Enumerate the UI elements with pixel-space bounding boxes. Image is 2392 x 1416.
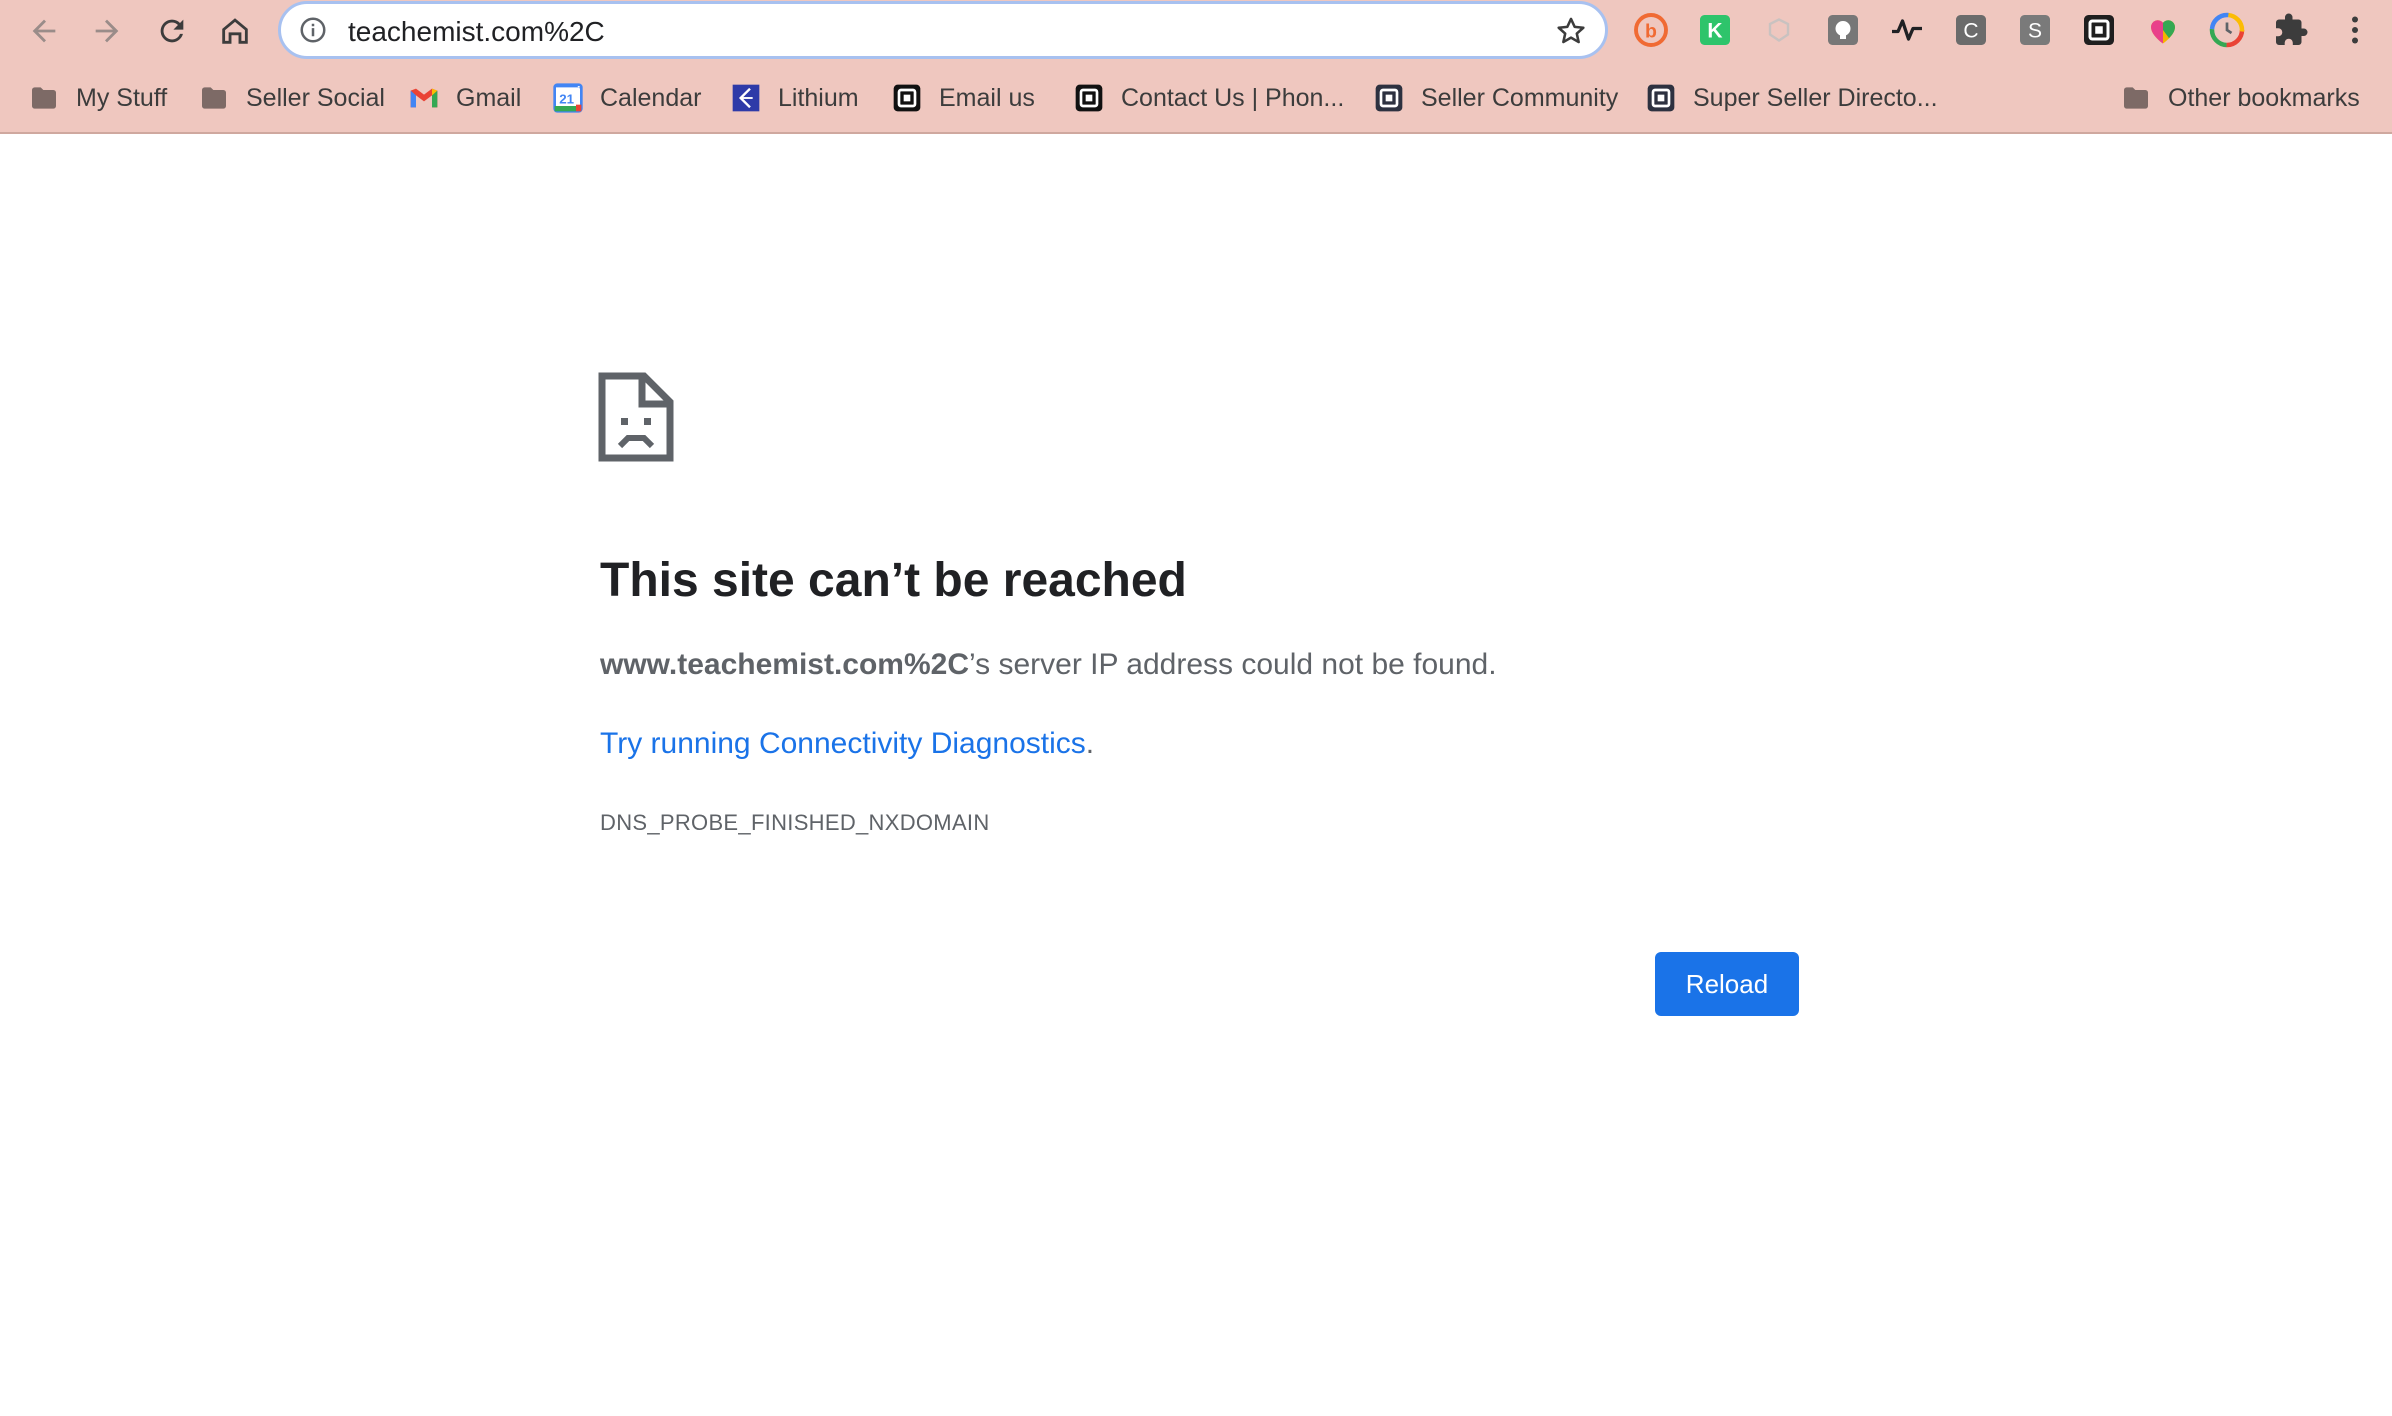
lithium-icon [730,82,762,114]
bookmark-lithium[interactable]: Lithium [730,78,859,118]
bookmark-gmail[interactable]: Gmail [408,78,521,118]
back-arrow-icon [32,19,56,43]
address-bar[interactable]: teachemist.com%2C [278,1,1608,59]
back-button[interactable] [20,7,68,55]
bookmark-email-us[interactable]: Email us [891,78,1035,118]
forward-button[interactable] [83,7,131,55]
home-icon [222,18,248,44]
connectivity-diagnostics-link[interactable]: Try running Connectivity Diagnostics [600,727,1086,760]
extension-b-icon[interactable]: b [1633,12,1669,48]
error-code: DNS_PROBE_FINISHED_NXDOMAIN [600,810,990,835]
extension-c-icon[interactable]: C [1953,12,1989,48]
folder-icon [198,82,230,114]
gmail-icon [408,82,440,114]
error-host: www.teachemist.com%2C [600,648,970,681]
more-menu-icon[interactable] [2337,12,2373,48]
home-button[interactable] [211,7,259,55]
bookmark-seller-social[interactable]: Seller Social [198,78,385,118]
error-page: This site can’t be reached www.teachemis… [0,134,2392,1416]
svg-text:b: b [1645,21,1657,43]
bookmark-other-bookmarks[interactable]: Other bookmarks [2120,78,2360,118]
diagnostics-line: Try running Connectivity Diagnostics. [600,727,1094,761]
svg-text:21: 21 [559,91,574,106]
bookmark-star-icon[interactable] [1554,14,1588,48]
error-message: www.teachemist.com%2C’s server IP addres… [600,648,1497,682]
info-icon[interactable] [298,15,328,45]
extension-faded-icon[interactable] [1761,12,1797,48]
svg-text:K: K [1707,20,1722,43]
bookmarks-bar: My Stuff Seller Social Gmail 21 Calendar… [0,62,2392,134]
calendar-icon: 21 [552,82,584,114]
extension-square-icon[interactable] [2081,12,2117,48]
bookmark-my-stuff[interactable]: My Stuff [28,78,167,118]
square-logo-icon [1645,82,1677,114]
extensions-puzzle-icon[interactable] [2273,12,2309,48]
reload-toolbar-button[interactable] [148,7,196,55]
browser-toolbar: teachemist.com%2C b K C S [0,0,2392,62]
svg-text:C: C [1963,20,1978,43]
square-logo-icon [1073,82,1105,114]
extension-heart-icon[interactable] [2145,12,2181,48]
extension-s-icon[interactable]: S [2017,12,2053,48]
bookmark-super-seller-directory[interactable]: Super Seller Directo... [1645,78,1938,118]
svg-text:S: S [2028,20,2042,43]
extension-clock-icon[interactable] [2209,12,2245,48]
bookmark-contact-us[interactable]: Contact Us | Phon... [1073,78,1344,118]
folder-icon [28,82,60,114]
address-bar-url[interactable]: teachemist.com%2C [348,16,605,48]
extension-chat-icon[interactable] [1825,12,1861,48]
extension-pulse-icon[interactable] [1889,12,1925,48]
reload-button[interactable]: Reload [1655,952,1799,1016]
sad-document-icon [598,372,674,462]
error-message-suffix: ’s server IP address could not be found. [969,648,1497,681]
diagnostics-suffix: . [1085,727,1095,760]
folder-icon [2120,82,2152,114]
forward-arrow-icon [95,19,119,43]
extension-k-icon[interactable]: K [1697,12,1733,48]
bookmark-seller-community[interactable]: Seller Community [1373,78,1618,118]
square-logo-icon [891,82,923,114]
refresh-icon [160,19,184,43]
square-logo-icon [1373,82,1405,114]
bookmark-calendar[interactable]: 21 Calendar [552,78,701,118]
error-title: This site can’t be reached [600,554,1187,607]
